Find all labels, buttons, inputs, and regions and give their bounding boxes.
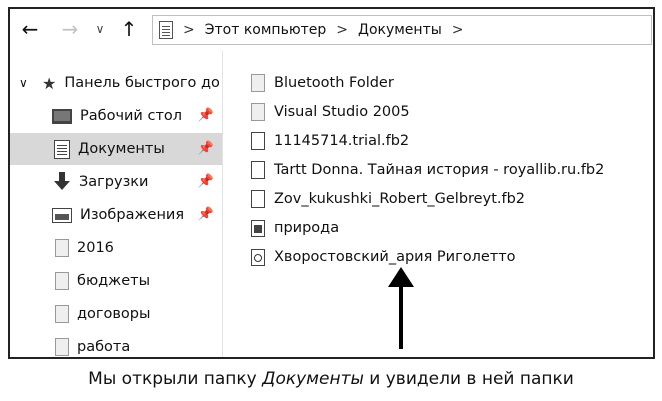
sidebar-item-contracts[interactable]: договоры bbox=[10, 298, 222, 330]
navigation-pane: ∨ ★ Панель быстрого доступа Рабочий стол… bbox=[10, 67, 222, 357]
breadcrumb-documents[interactable]: Документы bbox=[358, 22, 442, 38]
figure-caption: Мы открыли папку Документы и увидели в н… bbox=[0, 369, 662, 389]
folder-icon bbox=[55, 338, 69, 356]
list-item[interactable]: Visual Studio 2005 bbox=[251, 99, 410, 125]
breadcrumb-separator: > bbox=[336, 22, 348, 38]
folder-icon bbox=[55, 305, 69, 323]
breadcrumb-separator: > bbox=[183, 22, 195, 38]
documents-icon bbox=[54, 139, 70, 159]
document-icon bbox=[251, 161, 265, 179]
desktop-icon bbox=[52, 108, 72, 124]
address-bar[interactable]: > Этот компьютер > Документы > bbox=[152, 15, 652, 45]
file-name: Zov_kukushki_Robert_Gelbreyt.fb2 bbox=[274, 191, 526, 207]
caption-text: Мы открыли папку bbox=[88, 369, 263, 389]
sidebar-item-label: Изображения bbox=[80, 207, 185, 223]
sidebar-item-label: договоры bbox=[77, 306, 151, 322]
folder-icon bbox=[251, 103, 265, 121]
pin-icon[interactable]: 📌 bbox=[198, 141, 214, 156]
file-name: 11145714.trial.fb2 bbox=[274, 133, 410, 149]
list-item[interactable]: Bluetooth Folder bbox=[251, 70, 394, 96]
navigation-toolbar: ← → ∨ ↑ > Этот компьютер > Документы > bbox=[10, 9, 653, 51]
up-arrow-icon[interactable]: ↑ bbox=[117, 17, 141, 41]
pin-icon[interactable]: 📌 bbox=[198, 174, 214, 189]
sidebar-item-budgets[interactable]: бюджеты bbox=[10, 265, 222, 297]
list-item[interactable]: природа bbox=[251, 215, 339, 241]
sidebar-item-label: Панель быстрого доступа bbox=[64, 75, 220, 91]
file-name: Tartt Donna. Тайная история - royallib.r… bbox=[274, 162, 605, 178]
sidebar-item-documents[interactable]: Документы 📌 bbox=[10, 133, 222, 165]
folder-icon bbox=[251, 74, 265, 92]
pictures-icon bbox=[52, 207, 72, 223]
file-name: Visual Studio 2005 bbox=[274, 104, 410, 120]
downloads-icon bbox=[53, 172, 71, 192]
list-item[interactable]: Хворостовский_ария Риголетто bbox=[251, 244, 516, 270]
sidebar-item-label: Рабочий стол bbox=[80, 108, 183, 124]
document-icon bbox=[251, 132, 265, 150]
list-item[interactable]: Zov_kukushki_Robert_Gelbreyt.fb2 bbox=[251, 186, 525, 212]
file-name: природа bbox=[274, 220, 340, 236]
sidebar-item-desktop[interactable]: Рабочий стол 📌 bbox=[10, 100, 222, 132]
recent-locations-dropdown-icon[interactable]: ∨ bbox=[92, 17, 108, 41]
sidebar-item-label: 2016 bbox=[77, 240, 114, 256]
sidebar-item-pictures[interactable]: Изображения 📌 bbox=[10, 199, 222, 231]
sidebar-item-downloads[interactable]: Загрузки 📌 bbox=[10, 166, 222, 198]
back-arrow-icon[interactable]: ← bbox=[18, 17, 42, 41]
sidebar-item-label: Документы bbox=[78, 141, 165, 157]
document-icon bbox=[159, 21, 173, 39]
star-icon: ★ bbox=[42, 73, 57, 93]
sidebar-item-2016[interactable]: 2016 bbox=[10, 232, 222, 264]
audio-file-icon bbox=[251, 248, 265, 266]
pin-icon[interactable]: 📌 bbox=[198, 207, 214, 222]
image-file-icon bbox=[251, 219, 265, 237]
file-name: Хворостовский_ария Риголетто bbox=[274, 249, 516, 265]
caption-text: и увидели в ней папки bbox=[363, 369, 574, 389]
pin-icon[interactable]: 📌 bbox=[198, 108, 214, 123]
sidebar-item-label: работа bbox=[77, 339, 131, 355]
list-item[interactable]: Tartt Donna. Тайная история - royallib.r… bbox=[251, 157, 604, 183]
folder-icon bbox=[55, 272, 69, 290]
list-item[interactable]: 11145714.trial.fb2 bbox=[251, 128, 409, 154]
folder-icon bbox=[55, 239, 69, 257]
forward-arrow-icon[interactable]: → bbox=[58, 17, 82, 41]
caption-emphasis: Документы bbox=[262, 369, 364, 389]
sidebar-item-label: бюджеты bbox=[77, 273, 151, 289]
breadcrumb-this-pc[interactable]: Этот компьютер bbox=[205, 22, 327, 38]
sidebar-item-label: Загрузки bbox=[79, 174, 149, 190]
breadcrumb-separator[interactable]: > bbox=[452, 22, 464, 38]
sidebar-item-quick-access[interactable]: ∨ ★ Панель быстрого доступа bbox=[10, 67, 222, 99]
chevron-down-icon[interactable]: ∨ bbox=[19, 76, 28, 90]
pointer-arrow-icon bbox=[388, 267, 414, 349]
document-icon bbox=[251, 190, 265, 208]
explorer-window: ← → ∨ ↑ > Этот компьютер > Документы > ∨… bbox=[8, 7, 655, 359]
file-list: Bluetooth Folder Visual Studio 2005 1114… bbox=[223, 51, 653, 357]
sidebar-item-work[interactable]: работа bbox=[10, 331, 222, 363]
file-name: Bluetooth Folder bbox=[274, 75, 394, 91]
